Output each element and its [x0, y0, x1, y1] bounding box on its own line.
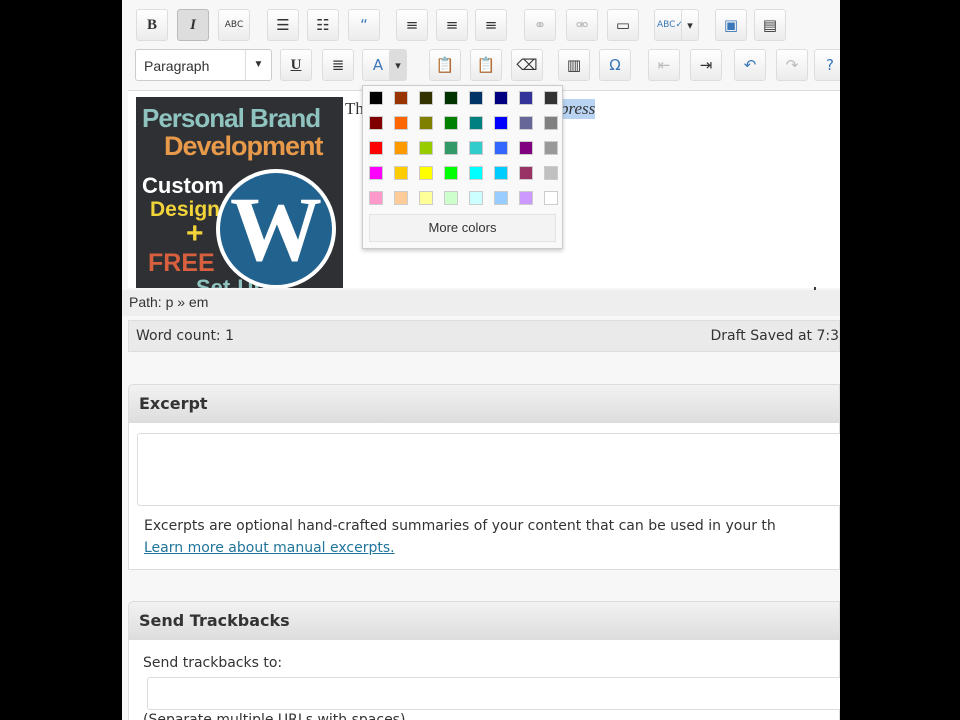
post-editor-page: Paragraph ▼ Personal Brand Development Cu…	[122, 0, 840, 720]
wordpress-logo: W	[216, 169, 336, 288]
paste-word-button[interactable]: 📋	[470, 49, 502, 81]
trackbacks-label: Send trackbacks to:	[143, 655, 283, 671]
spellcheck-dropdown[interactable]: ▾	[681, 9, 699, 41]
underline-button[interactable]: U	[280, 49, 312, 81]
numbered-list-button[interactable]: ☷	[307, 9, 339, 41]
align-left-button[interactable]: ≡	[396, 9, 428, 41]
redo-button[interactable]: ↷	[776, 49, 808, 81]
color-swatch[interactable]	[544, 141, 558, 155]
color-swatch[interactable]	[544, 166, 558, 180]
color-swatch[interactable]	[444, 91, 458, 105]
remove-format-button[interactable]: ⌫	[511, 49, 543, 81]
color-swatch[interactable]	[419, 166, 433, 180]
color-swatch[interactable]	[469, 91, 483, 105]
draft-saved-status: Draft Saved at 7:3	[710, 328, 840, 344]
color-swatch[interactable]	[369, 191, 383, 205]
align-right-button[interactable]: ≡	[475, 9, 507, 41]
more-tag-button[interactable]: ▭	[607, 9, 639, 41]
status-bar: Word count: 1 Draft Saved at 7:3	[128, 320, 840, 352]
color-swatch[interactable]	[369, 141, 383, 155]
color-swatch[interactable]	[519, 166, 533, 180]
color-swatch[interactable]	[469, 191, 483, 205]
undo-button[interactable]: ↶	[734, 49, 766, 81]
insert-media-button[interactable]: ▥	[558, 49, 590, 81]
align-center-button[interactable]: ≡	[436, 9, 468, 41]
color-swatch[interactable]	[519, 116, 533, 130]
color-swatch[interactable]	[494, 141, 508, 155]
kitchen-sink-button[interactable]: ▤	[754, 9, 786, 41]
color-swatch[interactable]	[494, 91, 508, 105]
personal-brand-image: Personal Brand Development Custom Design…	[136, 97, 343, 288]
text-color-dropdown[interactable]: ▾	[389, 49, 407, 81]
trackbacks-box: Send trackbacks to: (Separate multiple U…	[128, 639, 840, 720]
path-bar: Path: p » em	[122, 290, 840, 316]
color-swatch[interactable]	[394, 116, 408, 130]
color-swatch[interactable]	[419, 116, 433, 130]
format-select-value: Paragraph	[144, 58, 210, 74]
color-swatch[interactable]	[369, 166, 383, 180]
paste-text-button[interactable]: 📋	[429, 49, 461, 81]
selected-text: press	[560, 99, 596, 119]
color-swatch[interactable]	[469, 116, 483, 130]
color-swatch[interactable]	[544, 116, 558, 130]
unlink-button[interactable]: ⚮	[566, 9, 598, 41]
bullet-list-button[interactable]: ☰	[267, 9, 299, 41]
color-swatch[interactable]	[419, 141, 433, 155]
color-swatch[interactable]	[519, 91, 533, 105]
color-swatch[interactable]	[394, 141, 408, 155]
color-swatch[interactable]	[444, 191, 458, 205]
chevron-down-icon: ▼	[245, 50, 271, 80]
italic-button[interactable]: I	[177, 9, 209, 41]
color-swatch[interactable]	[394, 191, 408, 205]
color-swatch[interactable]	[469, 141, 483, 155]
color-picker-popup: More colors	[362, 85, 563, 249]
color-swatch[interactable]	[444, 141, 458, 155]
format-select[interactable]: Paragraph ▼	[135, 49, 272, 81]
color-swatch[interactable]	[419, 191, 433, 205]
color-swatch[interactable]	[494, 166, 508, 180]
color-swatch[interactable]	[369, 116, 383, 130]
excerpt-header[interactable]: Excerpt	[128, 384, 840, 422]
color-swatch[interactable]	[519, 191, 533, 205]
trackbacks-note: (Separate multiple URLs with spaces)	[143, 712, 406, 720]
color-swatch[interactable]	[519, 141, 533, 155]
color-swatch[interactable]	[544, 191, 558, 205]
insert-link-button[interactable]: ⚭	[524, 9, 556, 41]
color-swatch[interactable]	[394, 166, 408, 180]
color-swatch[interactable]	[369, 91, 383, 105]
color-swatch[interactable]	[494, 191, 508, 205]
justify-button[interactable]: ≣	[322, 49, 354, 81]
word-count: Word count: 1	[136, 328, 235, 344]
color-swatch[interactable]	[444, 166, 458, 180]
color-swatch[interactable]	[494, 116, 508, 130]
excerpt-learn-more-link[interactable]: Learn more about manual excerpts.	[144, 540, 395, 556]
excerpt-textarea[interactable]	[137, 433, 840, 506]
trackbacks-input[interactable]	[147, 677, 840, 710]
fullscreen-button[interactable]: ▣	[715, 9, 747, 41]
outdent-button[interactable]: ⇤	[648, 49, 680, 81]
indent-button[interactable]: ⇥	[690, 49, 722, 81]
bold-button[interactable]: B	[136, 9, 168, 41]
help-button[interactable]: ?	[814, 49, 840, 81]
color-swatch[interactable]	[469, 166, 483, 180]
special-char-button[interactable]: Ω	[599, 49, 631, 81]
blockquote-button[interactable]: “	[348, 9, 380, 41]
color-swatch[interactable]	[419, 91, 433, 105]
color-swatch[interactable]	[444, 116, 458, 130]
more-colors-button[interactable]: More colors	[369, 214, 556, 242]
color-swatch[interactable]	[544, 91, 558, 105]
excerpt-box: Excerpts are optional hand-crafted summa…	[128, 422, 840, 570]
strikethrough-button[interactable]: ABC	[218, 9, 250, 41]
trackbacks-header[interactable]: Send Trackbacks	[128, 601, 840, 639]
color-swatch[interactable]	[394, 91, 408, 105]
excerpt-description: Excerpts are optional hand-crafted summa…	[144, 518, 776, 534]
